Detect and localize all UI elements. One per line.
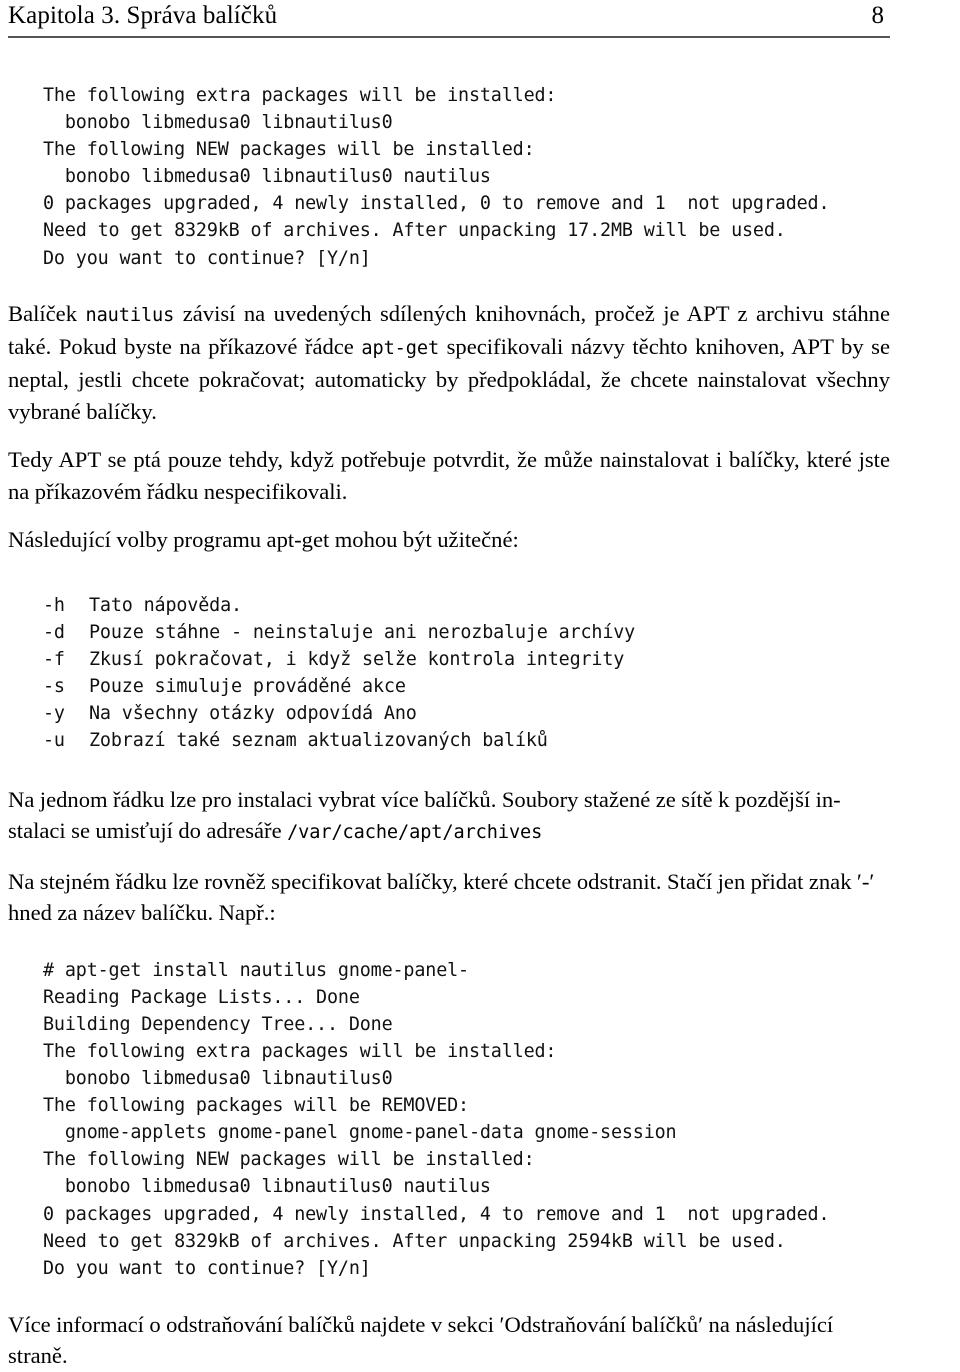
option-description: Zkusí pokračovat, i když selže kontrola … — [89, 648, 625, 670]
option-row: -u Zobrazí také seznam aktualizovaných ba… — [43, 727, 890, 754]
option-description: Na všechny otázky odpovídá Ano — [89, 702, 417, 724]
paragraph-more-info: Více informací o odstraňování balíčků na… — [8, 1311, 834, 1369]
inline-code-archives-path: /var/cache/apt/archives — [287, 822, 543, 844]
inline-code-nautilus: nautilus — [85, 304, 175, 326]
option-row: -y Na všechny otázky odpovídá Ano — [43, 700, 890, 727]
option-flag: -h — [43, 594, 65, 616]
option-description: Pouze simuluje prováděné akce — [89, 675, 406, 697]
running-header: Kapitola 3. Správa balíčků 8 — [8, 0, 890, 40]
paragraph-removal-syntax: Na stejném řádku lze rovněž specifikovat… — [8, 868, 875, 926]
option-flag: -u — [43, 729, 65, 751]
paragraph-archives-dir: Na jednom řádku lze pro instalaci vybrat… — [8, 784, 890, 849]
option-description: Zobrazí také seznam aktualizovaných balí… — [89, 729, 548, 751]
page-content: The following extra packages will be ins… — [8, 82, 890, 1372]
page-number: 8 — [871, 2, 885, 29]
paragraph-confirmation: Tedy APT se ptá pouze tehdy, když potřeb… — [8, 447, 890, 504]
header-divider — [8, 36, 890, 38]
code-block-apt-get-remove-output: # apt-get install nautilus gnome-panel- … — [43, 959, 830, 1279]
option-row: -d Pouze stáhne - neinstaluje ani nerozba… — [43, 619, 890, 646]
option-description: Tato nápověda. — [89, 594, 242, 616]
inline-code-apt-get: apt-get — [361, 338, 440, 360]
chapter-title: Kapitola 3. Správa balíčků — [8, 2, 278, 29]
paragraph-options-intro: Následující volby programu apt-get mohou… — [8, 527, 519, 553]
option-flag: -d — [43, 621, 65, 643]
option-row: -h Tato nápověda. — [43, 592, 890, 619]
option-description: Pouze stáhne - neinstaluje ani nerozbalu… — [89, 621, 636, 643]
option-flag: -s — [43, 675, 65, 697]
code-block-apt-get-install-output: The following extra packages will be ins… — [43, 85, 830, 269]
options-list: -h Tato nápověda. -d Pouze stáhne - neinst… — [8, 592, 890, 755]
document-page: Kapitola 3. Správa balíčků 8 The followi… — [0, 0, 960, 1368]
paragraph-dependencies: Balíček nautilus závisí na uvedených sdí… — [8, 298, 890, 428]
option-flag: -f — [43, 648, 65, 670]
option-row: -s Pouze simuluje prováděné akce — [43, 673, 890, 700]
paragraph-text-segment: Balíček — [8, 300, 86, 326]
option-flag: -y — [43, 702, 65, 724]
option-row: -f Zkusí pokračovat, i když selže kontrol… — [43, 646, 890, 673]
